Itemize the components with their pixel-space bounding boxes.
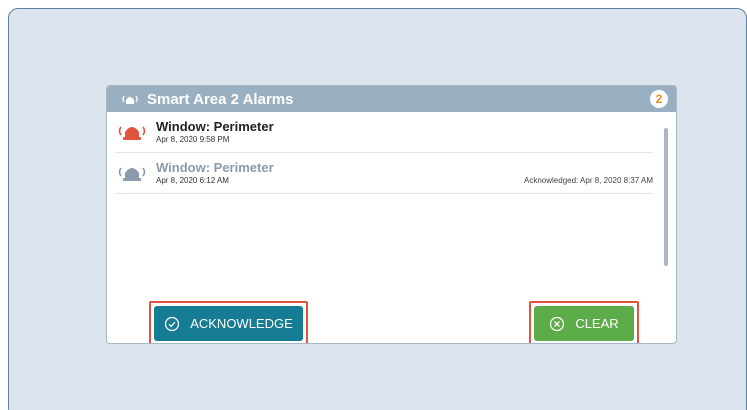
close-circle-icon [549,316,565,332]
check-circle-icon [164,316,180,332]
alarm-count-badge: 2 [650,90,668,108]
alarm-siren-icon [121,92,139,106]
alarms-panel: Smart Area 2 Alarms 2 Window: Perimeter … [106,85,677,344]
panel-title: Smart Area 2 Alarms [147,90,294,108]
acknowledge-button-highlight: ACKNOWLEDGE [149,301,308,343]
clear-button-highlight: CLEAR [529,301,639,343]
app-frame: Smart Area 2 Alarms 2 Window: Perimeter … [8,8,747,410]
clear-label: CLEAR [575,316,619,331]
alarm-time: Apr 8, 2020 9:58 PM [156,135,230,144]
alarm-list-item[interactable]: Window: Perimeter Apr 8, 2020 9:58 PM [115,113,653,153]
alarm-name: Window: Perimeter [156,119,274,134]
alarm-list-item[interactable]: Window: Perimeter Apr 8, 2020 6:12 AM Ac… [115,154,653,194]
acknowledge-button[interactable]: ACKNOWLEDGE [154,306,303,341]
alarm-time: Apr 8, 2020 6:12 AM [156,176,229,185]
scrollbar[interactable] [664,128,668,266]
acknowledged-time: Acknowledged: Apr 8, 2020 8:37 AM [524,176,653,185]
panel-header: Smart Area 2 Alarms 2 [107,86,676,112]
alarm-siren-icon [115,160,151,184]
acknowledge-label: ACKNOWLEDGE [190,316,293,331]
clear-button[interactable]: CLEAR [534,306,634,341]
alarm-name: Window: Perimeter [156,160,274,175]
alarm-siren-icon [115,119,151,143]
